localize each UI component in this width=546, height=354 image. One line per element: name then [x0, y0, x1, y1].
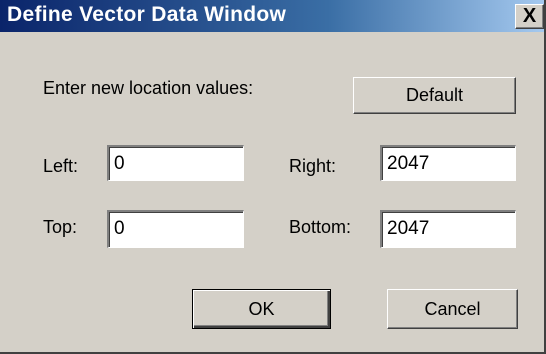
- bottom-input-value: 2047: [387, 218, 430, 239]
- bottom-input[interactable]: 2047: [380, 210, 516, 248]
- left-label: Left:: [43, 156, 79, 176]
- top-label: Top:: [43, 217, 78, 237]
- right-input-value: 2047: [387, 153, 430, 174]
- bottom-label: Bottom:: [289, 217, 352, 237]
- title-bar[interactable]: Define Vector Data Window X: [0, 0, 546, 32]
- close-button[interactable]: X: [515, 4, 544, 29]
- window-title: Define Vector Data Window: [7, 3, 287, 26]
- ok-button-label: OK: [248, 298, 275, 319]
- cancel-button[interactable]: Cancel: [387, 289, 518, 329]
- cancel-button-label: Cancel: [424, 298, 481, 319]
- right-label: Right:: [289, 156, 337, 176]
- ok-button[interactable]: OK: [192, 289, 331, 329]
- close-icon: X: [522, 5, 537, 27]
- top-input-value: 0: [114, 218, 125, 239]
- prompt-label: Enter new location values:: [43, 78, 254, 98]
- top-input[interactable]: 0: [107, 210, 244, 248]
- default-button[interactable]: Default: [353, 77, 516, 114]
- left-input-value: 0: [114, 153, 125, 174]
- left-input[interactable]: 0: [107, 145, 244, 181]
- define-vector-data-dialog: Define Vector Data Window X Enter new lo…: [0, 0, 546, 354]
- right-input[interactable]: 2047: [380, 145, 516, 181]
- default-button-label: Default: [405, 85, 464, 105]
